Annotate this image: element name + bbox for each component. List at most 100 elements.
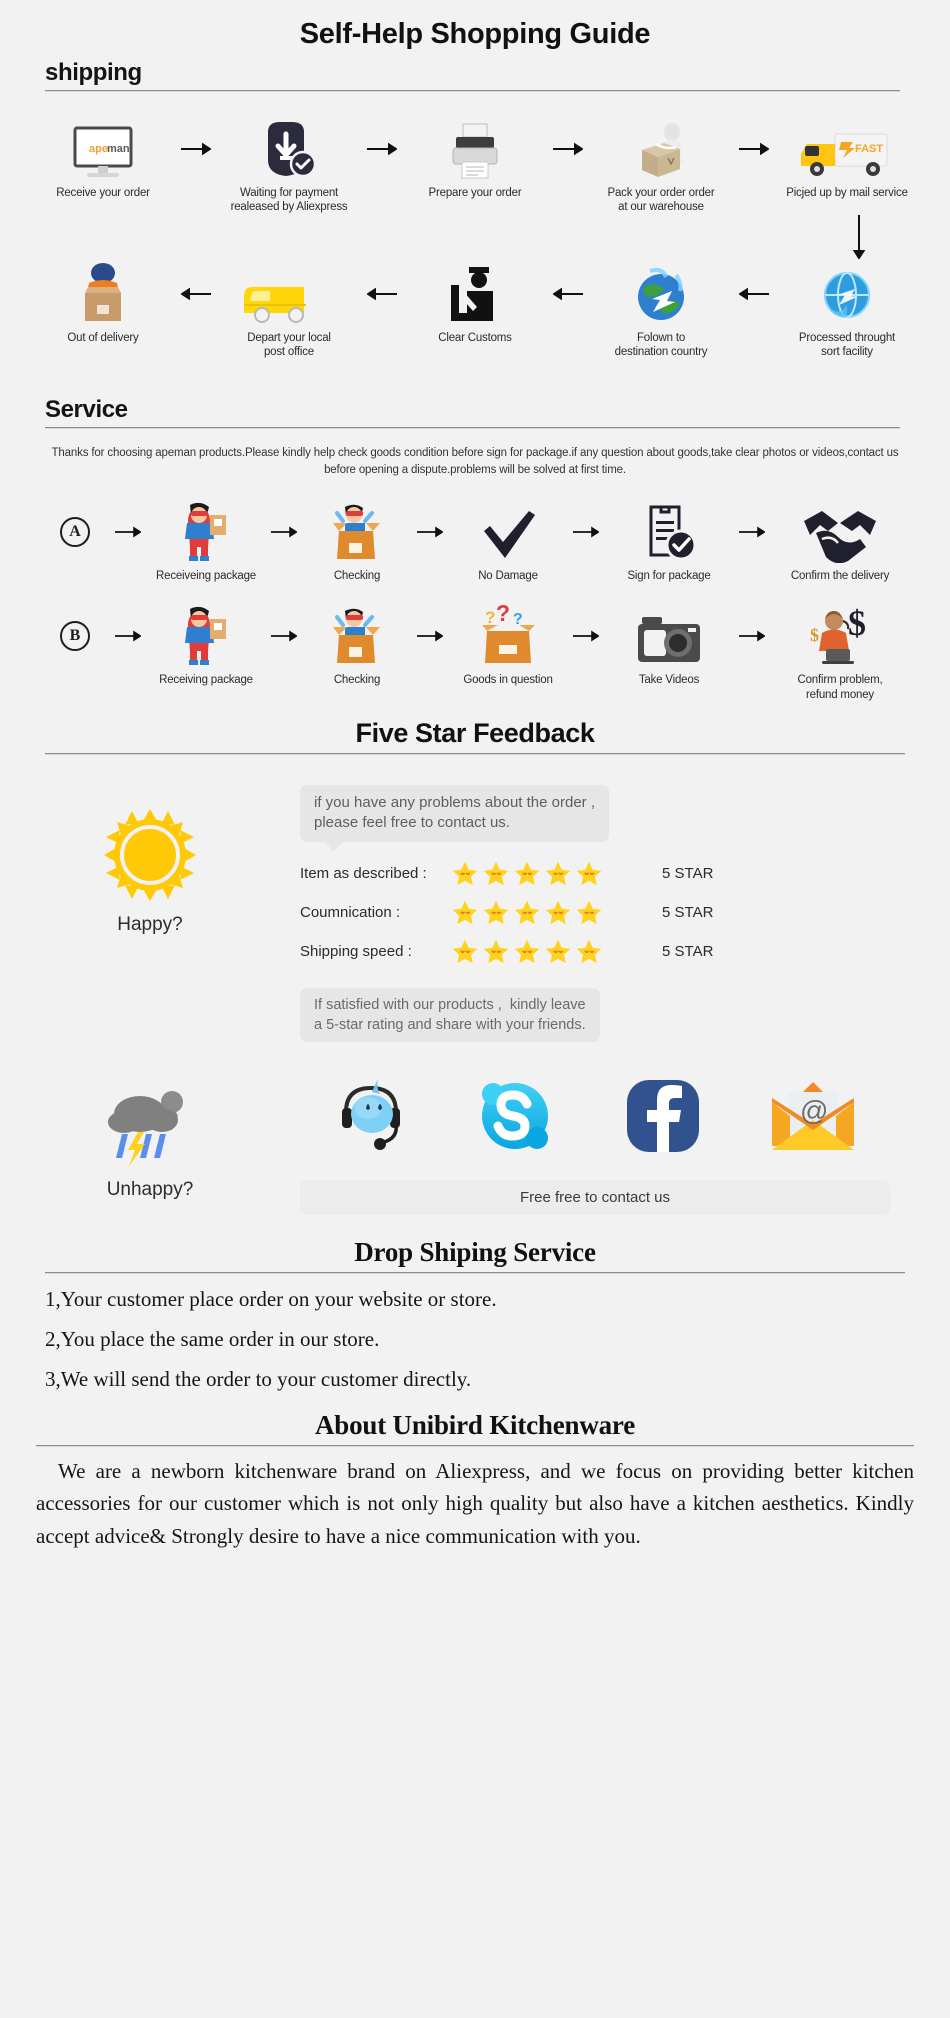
step-caption: Prepare your order	[428, 187, 522, 199]
arrow-right-icon	[734, 605, 770, 667]
service-step-checking-a: Checking	[302, 501, 412, 583]
service-step-receiving-package-b: Receiving package	[146, 605, 266, 687]
step-caption: Checking	[333, 674, 381, 687]
svg-text:$: $	[810, 625, 819, 645]
step-caption: Processed throught sort facility	[798, 331, 896, 359]
shipping-step-sort-facility: Processed throught sort facility	[772, 263, 922, 360]
shipping-step-out-of-delivery: Out of delivery	[28, 262, 178, 345]
svg-text:man: man	[107, 143, 130, 155]
contact-icon-row: @	[300, 1072, 890, 1164]
step-caption: Waiting for payment realeased by Aliexpre…	[230, 187, 348, 214]
about-paragraph: We are a newborn kitchenware brand on Al…	[36, 1458, 914, 1548]
rating-label: Coumnication :	[300, 904, 401, 922]
step-caption: Checking	[333, 570, 381, 582]
step-caption: Sign for package	[627, 570, 711, 582]
shipping-step-waiting-payment: Waiting for payment realeased by Aliexpre…	[214, 118, 364, 215]
arrow-right-icon	[412, 605, 448, 667]
service-step-sign-for-package: Sign for package	[604, 501, 734, 583]
section-heading-service: Service	[45, 395, 128, 423]
contact-right: @ Free free to contact us	[300, 1072, 950, 1216]
step-caption: Receive your order	[56, 187, 150, 199]
customs-officer-icon	[443, 263, 507, 325]
feedback-bubble-top: if you have any problems about the order…	[300, 785, 610, 851]
divider-dropship	[45, 1272, 905, 1275]
star-rating	[450, 899, 650, 927]
shipping-step-prepare-order: Prepare your order	[400, 118, 550, 200]
arrow-right-icon	[568, 501, 604, 563]
contact-bar[interactable]: Free free to contact us	[300, 1180, 890, 1216]
step-caption: Clear Customs	[438, 331, 512, 344]
rain-cloud-icon	[102, 1086, 198, 1171]
divider-feedback	[45, 753, 905, 756]
section-heading-feedback: Five Star Feedback	[355, 718, 595, 749]
step-caption: Receiveing package	[156, 570, 256, 582]
section-heading-about: About Unibird Kitchenware	[314, 1409, 636, 1440]
arrow-left-icon	[550, 263, 586, 325]
rating-row: Coumnication : 5 STAR	[300, 899, 890, 927]
skype-icon[interactable]	[475, 1076, 555, 1161]
shipping-step-picked-up: FAST Picjed up by mail service	[772, 118, 922, 200]
svg-text:ape: ape	[89, 143, 108, 155]
arrow-right-icon	[178, 118, 214, 180]
unhappy-block: Unhappy?	[0, 1086, 300, 1201]
feedback-body: Happy? if you have any problems about th…	[0, 785, 950, 1043]
person-in-open-box-icon	[329, 605, 385, 667]
feedback-right: if you have any problems about the order…	[300, 785, 950, 1043]
sun-icon	[102, 807, 198, 908]
step-caption: Confirm the delivery	[790, 570, 890, 582]
service-step-confirm-delivery: Confirm the delivery	[770, 501, 910, 583]
shipping-step-flown-to-country: Folown to destination country	[586, 263, 736, 360]
guide-page: Self-Help Shopping Guide shipping ape ma…	[0, 0, 950, 1553]
page-title: Self-Help Shopping Guide	[299, 18, 651, 50]
rating-row: Item as described : 5 STAR	[300, 860, 890, 888]
badge-label: A	[60, 517, 90, 547]
service-step-checking-b: Checking	[302, 605, 412, 687]
arrow-right-icon	[266, 501, 302, 563]
service-flow-row-a: A Receiveing package Checking No Damage …	[0, 501, 950, 583]
shipping-step-receive-order: ape man Receive your order	[28, 118, 178, 200]
arrow-right-icon	[568, 605, 604, 667]
arrow-right-icon	[364, 118, 400, 180]
service-step-confirm-problem: $ $ Confirm problem, refund money	[770, 605, 910, 702]
worker-packing-box-icon	[626, 118, 696, 180]
person-in-open-box-icon	[329, 501, 385, 563]
facebook-icon[interactable]	[623, 1076, 703, 1161]
service-flow-row-b: B Receiving package Checking ? ? ? Goods…	[0, 605, 950, 702]
step-caption: Receiving package	[159, 674, 253, 687]
arrow-right-icon	[736, 118, 772, 180]
arrow-right-icon	[550, 118, 586, 180]
globe-airplane-icon	[630, 263, 692, 325]
superhero-holding-parcel-icon	[178, 605, 234, 667]
camera-icon	[636, 605, 702, 667]
service-step-take-videos: Take Videos	[604, 605, 734, 687]
svg-text:FAST: FAST	[855, 143, 883, 155]
divider-shipping	[45, 90, 900, 92]
arrow-left-icon	[364, 263, 400, 325]
arrow-left-icon	[178, 263, 214, 325]
service-step-receiving-package-a: Receiveing package	[146, 501, 266, 583]
arrow-right-icon	[734, 501, 770, 563]
rating-value: 5 STAR	[662, 943, 714, 961]
happy-label: Happy?	[117, 914, 183, 936]
trademanager-headset-icon[interactable]	[334, 1078, 408, 1159]
arrow-right-icon	[412, 501, 448, 563]
star-rating	[450, 860, 650, 888]
step-caption: No Damage	[478, 570, 538, 582]
delivery-man-box-icon	[71, 262, 135, 325]
monitor-apeman-icon: ape man	[67, 118, 139, 180]
support-agent-dollar-icon: $ $	[804, 605, 876, 667]
rating-list: Item as described : 5 STAR Coumnication …	[300, 860, 890, 966]
email-envelope-icon[interactable]: @	[770, 1080, 856, 1157]
rating-row: Shipping speed : 5 STAR	[300, 938, 890, 966]
step-caption: Confirm problem, refund money	[797, 674, 883, 701]
yellow-van-icon	[244, 263, 334, 325]
arrow-right-icon	[266, 605, 302, 667]
handshake-icon	[802, 501, 878, 563]
dropship-line: 3,We will send the order to your custome…	[45, 1367, 472, 1391]
step-caption: Take Videos	[638, 674, 700, 687]
arrow-right-icon	[110, 605, 146, 667]
dropship-line: 1,Your customer place order on your webs…	[45, 1287, 497, 1312]
badge-label: B	[60, 621, 90, 652]
step-caption: Folown to destination country	[614, 331, 708, 359]
feedback-bubble-bottom: If satisfied with our products , kindly …	[300, 987, 600, 1043]
